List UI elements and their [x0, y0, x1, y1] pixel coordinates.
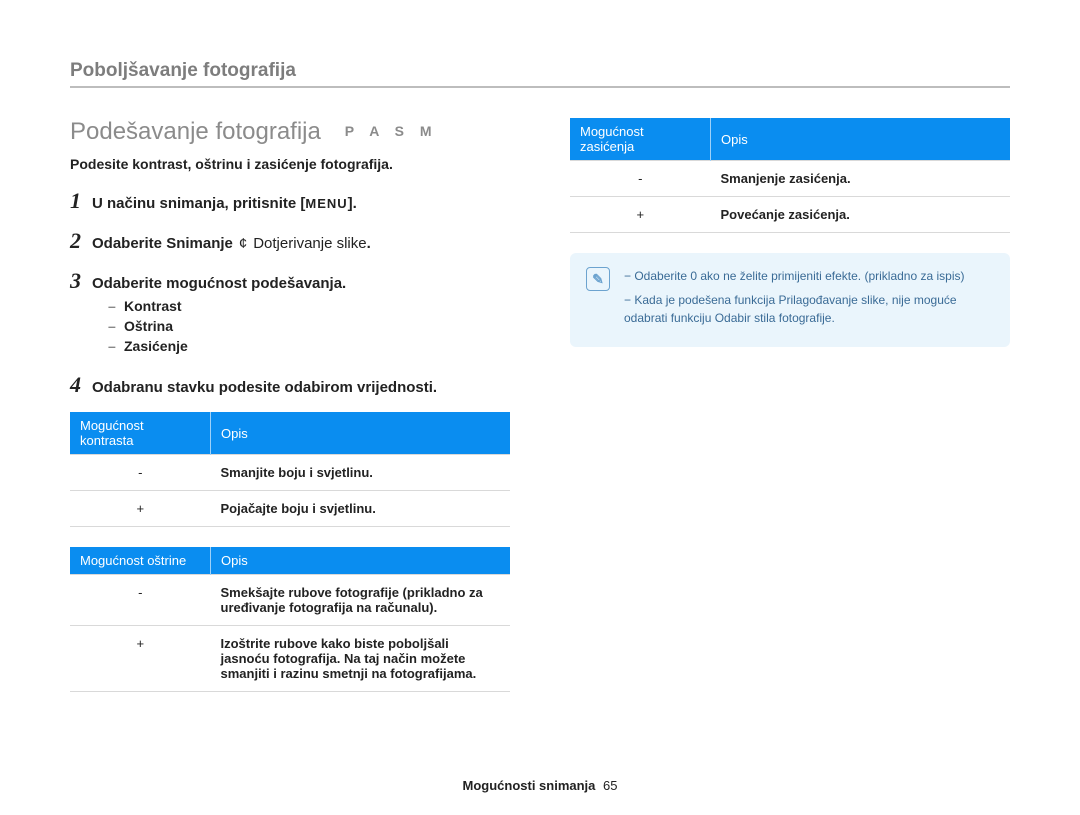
table-row: - Smekšajte rubove fotografije (prikladn…: [70, 575, 510, 626]
option-desc: Smanjenje zasićenja.: [711, 161, 1011, 197]
right-column: Mogućnost zasićenja Opis - Smanjenje zas…: [570, 118, 1010, 712]
step-text: Odaberite: [92, 235, 166, 252]
step-number: 2: [70, 228, 92, 254]
page-footer: Mogućnosti snimanja 65: [0, 778, 1080, 793]
option-sign: +: [570, 197, 711, 233]
option-sign: -: [570, 161, 711, 197]
menu-item: Dotjerivanje slike: [253, 235, 366, 252]
mode-indicators: P A S M: [345, 123, 438, 139]
section-subtitle: Podesite kontrast, oštrinu i zasićenje f…: [70, 156, 510, 172]
menu-category: Snimanje: [166, 235, 233, 252]
step-text: ].: [348, 195, 357, 212]
option-desc: Smanjite boju i svjetlinu.: [211, 455, 511, 491]
option-sign: -: [70, 455, 211, 491]
contrast-table: Mogućnost kontrasta Opis - Smanjite boju…: [70, 412, 510, 527]
section-title: Podešavanje fotografija: [70, 118, 321, 146]
table-row: + Izoštrite rubove kako biste poboljšali…: [70, 626, 510, 692]
step-text: .: [367, 235, 371, 252]
option-sign: -: [70, 575, 211, 626]
left-column: Podešavanje fotografija P A S M Podesite…: [70, 118, 510, 712]
step-4: 4 Odabranu stavku podesite odabirom vrij…: [70, 372, 510, 398]
table-head: Opis: [211, 547, 511, 575]
menu-button-label: MENU: [305, 196, 347, 211]
table-row: - Smanjenje zasićenja.: [570, 161, 1010, 197]
note-item: Odaberite 0 ako ne želite primijeniti ef…: [624, 267, 992, 285]
step-number: 1: [70, 188, 92, 214]
saturation-table: Mogućnost zasićenja Opis - Smanjenje zas…: [570, 118, 1010, 233]
option-desc: Povećanje zasićenja.: [711, 197, 1011, 233]
sharpness-table: Mogućnost oštrine Opis - Smekšajte rubov…: [70, 547, 510, 692]
option-sign: +: [70, 626, 211, 692]
option-sign: +: [70, 491, 211, 527]
option-item: Zasićenje: [108, 338, 510, 354]
footer-label: Mogućnosti snimanja: [463, 778, 596, 793]
path-separator-icon: ¢: [239, 235, 247, 252]
info-icon: ✎: [586, 267, 610, 291]
step-text: Odabranu stavku podesite odabirom vrijed…: [92, 379, 437, 396]
table-head: Mogućnost zasićenja: [570, 118, 711, 161]
table-row: - Smanjite boju i svjetlinu.: [70, 455, 510, 491]
option-desc: Izoštrite rubove kako biste poboljšali j…: [211, 626, 511, 692]
option-desc: Smekšajte rubove fotografije (prikladno …: [211, 575, 511, 626]
table-row: + Pojačajte boju i svjetlinu.: [70, 491, 510, 527]
option-desc: Pojačajte boju i svjetlinu.: [211, 491, 511, 527]
table-head: Mogućnost kontrasta: [70, 412, 211, 455]
table-head: Opis: [711, 118, 1011, 161]
table-head: Opis: [211, 412, 511, 455]
step-2: 2 Odaberite Snimanje ¢ Dotjerivanje slike.: [70, 228, 510, 254]
step-text: U načinu snimanja, pritisnite [: [92, 195, 305, 212]
breadcrumb-header: Poboljšavanje fotografija: [70, 60, 1010, 88]
table-row: + Povećanje zasićenja.: [570, 197, 1010, 233]
option-item: Kontrast: [108, 298, 510, 314]
option-item: Oštrina: [108, 318, 510, 334]
table-head: Mogućnost oštrine: [70, 547, 211, 575]
step-text: Odaberite mogućnost podešavanja.: [92, 275, 346, 292]
step-1: 1 U načinu snimanja, pritisnite [MENU].: [70, 188, 510, 214]
step-number: 3: [70, 268, 92, 294]
page-number: 65: [603, 778, 617, 793]
step-3: 3 Odaberite mogućnost podešavanja. Kontr…: [70, 268, 510, 358]
step-number: 4: [70, 372, 92, 398]
note-item: Kada je podešena funkcija Prilagođavanje…: [624, 291, 992, 327]
note-box: ✎ Odaberite 0 ako ne želite primijeniti …: [570, 253, 1010, 347]
